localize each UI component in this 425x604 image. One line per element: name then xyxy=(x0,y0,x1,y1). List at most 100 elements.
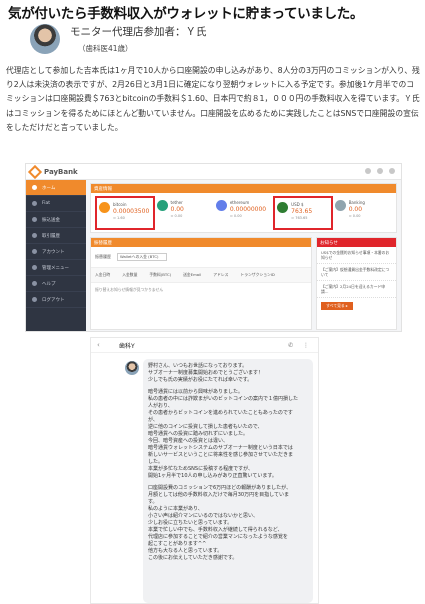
chat-message-line: 開始1ヶ月半で10人の申し込みがあり正直驚いています。 xyxy=(148,473,277,479)
sidebar-item-icon xyxy=(32,185,37,190)
back-arrow-icon[interactable]: ‹ xyxy=(97,341,100,349)
chat-message-line: 口座開設費のコミッションで6万円ほどの報酬がありましたが、 xyxy=(148,485,292,491)
deposit-filter-row: 振替履歴 Walletへの入金 (BTC) xyxy=(91,247,311,267)
asset-card[interactable]: ethereum 0.00000000 ≈ 0.00 xyxy=(214,196,273,230)
asset-card[interactable]: tether 0.00 ≈ 0.00 xyxy=(155,196,214,230)
chat-message-line: 少しお役に立ちたいと思っています。 xyxy=(148,520,233,526)
deposit-panel-title: 振替履歴 xyxy=(91,238,311,247)
topbar-icons xyxy=(365,168,395,174)
asset-val: 0.00000000 xyxy=(229,206,267,213)
sidebar-item-label: 管理メニュー xyxy=(42,265,69,271)
sidebar-item-label: アカウント xyxy=(42,249,65,255)
chat-message-line: その患者からビットコインを進められていたこともあったのです xyxy=(148,410,293,416)
asset-row: bitcoin 0.00003500 ≈ 1.60 tether 0.00 ≈ 0.00 e… xyxy=(95,196,392,230)
notice-list: US$での金銭的お知らせ事項・本番のお知らせ 【ご案内】仮想通貨出金手数料改定につ… xyxy=(317,247,396,298)
asset-name: ethereum xyxy=(229,200,250,205)
asset-card[interactable]: Banking 0.00 ≈ 0.00 xyxy=(333,196,392,230)
deposit-column-header[interactable]: 入金数量 xyxy=(122,272,137,278)
author-block: モニター代理店参加者：Ｙ氏 （歯科医41歳） xyxy=(30,22,207,54)
paybank-logo-text: PayBank xyxy=(44,167,78,176)
coin-icon xyxy=(215,200,227,211)
chat-message-line: 暗号通貨への投資に踏み切れずにいました。 xyxy=(148,431,249,437)
author-meta: （歯科医41歳） xyxy=(78,44,133,53)
sidebar-item-icon xyxy=(32,217,37,222)
dashboard-main: 資産情報 bitcoin 0.00003500 ≈ 1.60 tether 0.00 ≈ … xyxy=(90,183,397,331)
notification-icon[interactable] xyxy=(365,168,371,174)
chat-message-line: 暗号通貨には以前から興味がありました。 xyxy=(148,389,244,395)
chat-message-line: 新しいサービスということに将来性を感じ参加させていただきま xyxy=(148,452,294,458)
coin-icon xyxy=(156,200,168,211)
deposit-column-header[interactable]: トランザクションID xyxy=(240,272,274,278)
sidebar-item-label: Fiat xyxy=(42,201,51,206)
sidebar-item-icon xyxy=(32,233,37,238)
dashboard-sidebar: ホーム Fiat 振込送金取引履歴アカウント管理メニュー ヘルプログアウト xyxy=(26,180,86,331)
asset-sub: ≈ 1.60 xyxy=(113,216,125,220)
sidebar-item-icon xyxy=(32,281,37,286)
chat-message-line: 他方も大なる人と思っています。 xyxy=(148,548,223,554)
notice-panel-title: お知らせ xyxy=(317,238,396,247)
notice-item[interactable]: 【ご案内】2月24日を迎えるカード申請... xyxy=(317,281,396,298)
sidebar-item[interactable]: ヘルプ xyxy=(26,276,86,292)
sidebar-item[interactable]: 管理メニュー xyxy=(26,260,86,276)
asset-val: 763.65 xyxy=(291,208,313,215)
sidebar-item-label: ログアウト xyxy=(42,297,65,303)
asset-sub: ≈ 763.65 xyxy=(291,216,308,220)
assets-panel: 資産情報 bitcoin 0.00003500 ≈ 1.60 tether 0.00 ≈ … xyxy=(90,183,397,233)
deposit-column-header[interactable]: 送金Email xyxy=(183,272,201,278)
chat-message-line: 起こすことがあります^^ xyxy=(148,541,207,547)
chat-message-line: す。 xyxy=(148,499,158,505)
chat-message-line: した。 xyxy=(148,459,164,465)
dashboard-screenshot: PayBank ホーム Fiat 振込送金取引履歴アカウント管理メニュー ヘルプログア… xyxy=(25,163,402,332)
asset-name: USD $ xyxy=(291,202,304,207)
chat-sender-avatar xyxy=(125,361,139,375)
asset-card[interactable]: bitcoin 0.00003500 ≈ 1.60 xyxy=(95,196,155,230)
sidebar-item-icon xyxy=(32,249,37,254)
chat-title: 歯科Y xyxy=(119,342,135,350)
chat-message-line: 逆に他のコインに投資して損した患者もいたので、 xyxy=(148,424,263,430)
sidebar-item-icon xyxy=(32,297,37,302)
sidebar-item[interactable]: ホーム xyxy=(26,180,86,196)
chat-message-line: 私のように本業があり、 xyxy=(148,506,203,512)
sidebar-item[interactable]: Fiat xyxy=(26,196,86,212)
article-paragraph: 代理店として参加した吉本氏は1ヶ月で10人から口座開設の申し込みがあり、8人分の… xyxy=(6,66,420,132)
sidebar-item-label: 振込送金 xyxy=(42,217,60,223)
chat-message-line: 今回、暗号資産への投資とは違い、 xyxy=(148,438,229,444)
chat-message-line: 小さい声は紹介マンにいるのではないかと思い、 xyxy=(148,513,259,519)
sidebar-item[interactable]: 振込送金 xyxy=(26,212,86,228)
chat-message-line: 本業が多忙なためSNSに投稿する程度ですが、 xyxy=(148,466,253,472)
deposit-column-header[interactable]: アドレス xyxy=(213,272,228,278)
asset-sub: ≈ 0.00 xyxy=(170,214,183,218)
chat-message-bubble: 野村さん、いつもお世話になっております。 サブオーナー制度募集開始おめでとうござい… xyxy=(143,359,313,603)
chat-header-icons[interactable]: ✆ ⋮ xyxy=(288,342,313,349)
chat-header: ‹ 歯科Y ✆ ⋮ xyxy=(91,338,318,353)
sidebar-item-label: ヘルプ xyxy=(42,281,56,287)
asset-name: tether xyxy=(170,200,183,205)
sidebar-item[interactable]: 取引履歴 xyxy=(26,228,86,244)
assets-panel-title: 資産情報 xyxy=(91,184,396,193)
asset-info: Banking 0.00 ≈ 0.00 xyxy=(349,200,365,218)
deposit-type-select[interactable]: Walletへの入金 (BTC) xyxy=(117,253,167,261)
coin-icon xyxy=(334,200,346,211)
deposit-column-header[interactable]: 手数料(BTC) xyxy=(149,272,171,278)
notice-item[interactable]: 【ご案内】仮想通貨出金手数料改定について xyxy=(317,264,396,281)
coin-icon xyxy=(99,202,110,213)
asset-name: Banking xyxy=(348,200,365,205)
author-avatar xyxy=(30,24,60,54)
asset-val: 0.00 xyxy=(170,206,184,213)
user-icon[interactable] xyxy=(377,168,383,174)
deposit-column-header[interactable]: 入金日時 xyxy=(95,272,110,278)
chat-message-line: 私の患者の中には詐欺まがいのビットコインの案内で１億円損した xyxy=(148,396,299,402)
asset-val: 0.00003500 xyxy=(113,208,150,215)
notice-item[interactable]: US$での金銭的お知らせ事項・本番のお知らせ xyxy=(317,247,396,264)
asset-info: tether 0.00 ≈ 0.00 xyxy=(171,200,184,218)
sidebar-item-icon xyxy=(32,201,37,206)
view-all-notices-button[interactable]: すべて見る ▸ xyxy=(321,302,353,310)
chat-message-line: 野村さん、いつもお世話になっております。 xyxy=(148,363,248,369)
chat-message-line: 人がおり、 xyxy=(148,403,173,409)
sidebar-item[interactable]: アカウント xyxy=(26,244,86,260)
sidebar-item[interactable]: ログアウト xyxy=(26,292,86,308)
coin-icon xyxy=(277,202,289,213)
chat-message-line: 少しでも氏の実績がお役にたてれば幸いです。 xyxy=(148,377,253,383)
menu-icon[interactable] xyxy=(389,168,395,174)
asset-card[interactable]: USD $763.65 ≈ 763.65 xyxy=(273,196,333,230)
